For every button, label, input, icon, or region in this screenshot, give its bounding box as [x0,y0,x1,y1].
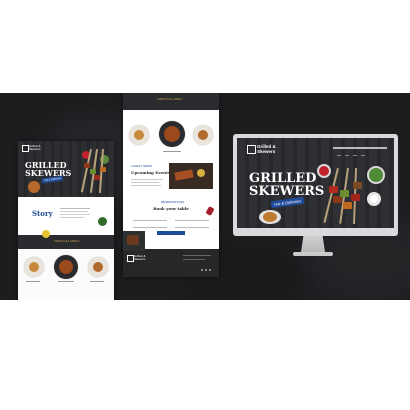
story-section: Story [18,197,114,235]
center-top-band-label: VIEW FULL MENU [157,97,183,101]
booking-email-field[interactable] [175,217,209,221]
center-page-mockup: VIEW FULL MENU LATEST NEWS Upcoming Even… [123,93,219,277]
monitor-neck [301,236,325,252]
menu-plate [24,257,44,277]
herb-garnish [98,217,107,226]
grilled-plate [259,210,281,224]
top-nav[interactable] [333,147,387,149]
hero-title-line2: SKEWERS [25,168,72,178]
booking-guests-field[interactable] [175,224,209,228]
monitor-hero-title-line2: SKEWERS [249,184,325,199]
sauce-bowl [317,164,331,178]
booking-date-field[interactable] [133,224,167,228]
book-button[interactable] [157,231,185,235]
salad-bowl [367,166,385,184]
menu-plate [159,121,185,147]
desktop-monitor: Grilled & Skewers GRILLED SKEWERS Hot & … [233,134,398,236]
left-page-mockup: Grilled & Skewers GRILLED SKEWERS Hot & … [18,141,114,300]
menu-band-label: VIEW FULL MENU [54,239,80,243]
social-icon[interactable] [201,269,203,271]
events-photo [169,163,213,189]
menu-plates [18,249,114,300]
menu-plate [129,125,149,145]
events-label: LATEST NEWS [131,164,152,168]
menu-band: VIEW FULL MENU [18,230,114,249]
social-icon[interactable] [205,269,207,271]
monitor-base [293,252,333,256]
center-footer: Grilled & Skewers [123,249,219,277]
monitor-brand-line2: Skewers [257,149,276,154]
brand-name-line2: Skewers [29,147,41,151]
booking-name-field[interactable] [133,217,167,221]
menu-plate [54,255,78,279]
left-hero: Grilled & Skewers GRILLED SKEWERS Hot & … [18,141,114,197]
footer-photo [123,231,145,251]
brand-logo-icon [247,145,256,154]
dip-bowl [367,192,381,206]
book-label: RESERVATIONS [161,200,185,204]
grilled-plate [28,181,40,193]
center-top-band: VIEW FULL MENU [123,93,219,110]
social-icon[interactable] [209,269,211,271]
brand-logo-icon [127,255,134,262]
story-heading: Story [32,209,53,218]
brand-logo-icon [22,145,29,152]
events-heading: Upcoming Events [131,170,171,175]
footer-brand-line2: Skewers [134,257,146,261]
menu-plate [193,125,213,145]
monitor-screen: Grilled & Skewers GRILLED SKEWERS Hot & … [237,138,394,228]
menu-plate [88,257,108,277]
book-heading: Book your table [153,206,189,211]
lemon-slice [42,230,50,238]
